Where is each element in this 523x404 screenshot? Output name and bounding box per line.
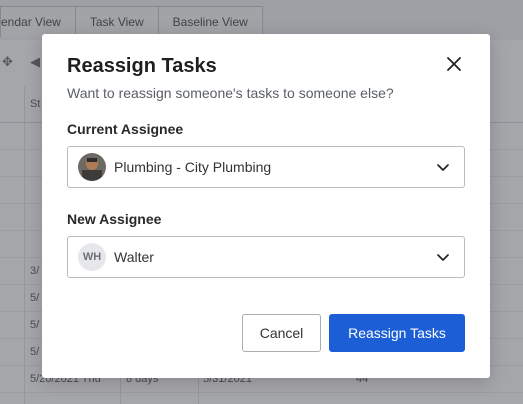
reassign-tasks-dialog: Reassign Tasks Want to reassign someone'… — [42, 34, 490, 378]
new-assignee-label: New Assignee — [67, 211, 162, 227]
chevron-down-icon — [436, 251, 450, 263]
close-icon[interactable] — [445, 55, 463, 73]
dialog-title: Reassign Tasks — [67, 55, 217, 77]
avatar — [78, 153, 106, 181]
reassign-tasks-button[interactable]: Reassign Tasks — [329, 314, 465, 352]
dialog-subtitle: Want to reassign someone's tasks to some… — [67, 85, 394, 101]
current-assignee-value: Plumbing - City Plumbing — [114, 159, 272, 175]
new-assignee-select[interactable]: WH Walter — [67, 236, 465, 278]
chevron-down-icon — [436, 161, 450, 173]
current-assignee-select[interactable]: Plumbing - City Plumbing — [67, 146, 465, 188]
current-assignee-label: Current Assignee — [67, 121, 184, 137]
cancel-button[interactable]: Cancel — [242, 314, 321, 352]
new-assignee-value: Walter — [114, 249, 154, 265]
avatar: WH — [78, 243, 106, 271]
